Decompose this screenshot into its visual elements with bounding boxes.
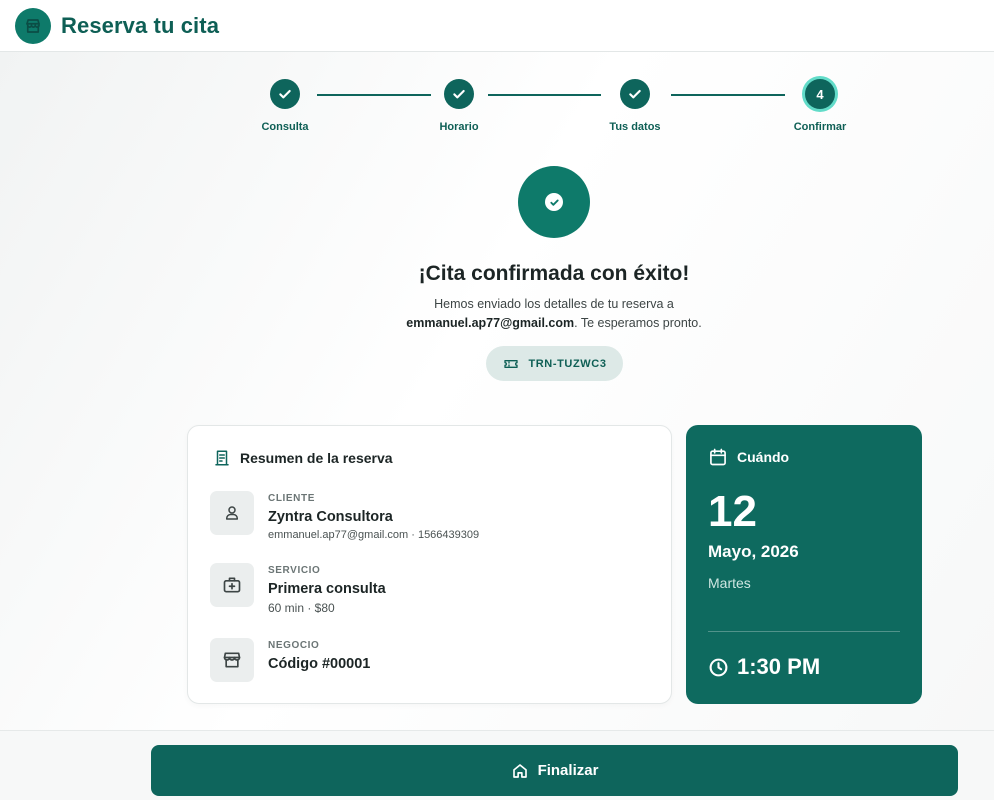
summary-row-client: CLIENTE Zyntra Consultora emmanuel.ap77@… bbox=[210, 491, 479, 541]
client-name: Zyntra Consultora bbox=[268, 509, 393, 525]
summary-row-business: NEGOCIO Código #00001 bbox=[210, 638, 370, 682]
step-label: Horario bbox=[439, 121, 479, 133]
appointment-time-row: 1:30 PM bbox=[708, 654, 820, 680]
row-caption: NEGOCIO bbox=[268, 640, 320, 651]
summary-card: Resumen de la reserva CLIENTE Zyntra Con… bbox=[187, 425, 672, 704]
step-number: 4 bbox=[805, 79, 835, 109]
step-consulta[interactable]: Consulta bbox=[240, 79, 330, 133]
message-text: . Te esperamos pronto. bbox=[574, 316, 702, 330]
step-label: Confirmar bbox=[793, 121, 847, 133]
step-connector bbox=[488, 94, 601, 96]
check-icon bbox=[629, 89, 641, 99]
service-name: Primera consulta bbox=[268, 581, 386, 597]
success-title: ¡Cita confirmada con éxito! bbox=[418, 262, 690, 285]
finish-button-label: Finalizar bbox=[537, 762, 599, 779]
step-complete-check bbox=[620, 79, 650, 109]
clock-icon bbox=[709, 658, 728, 676]
step-connector bbox=[671, 94, 785, 96]
reference-badge: TRN-TUZWC3 bbox=[486, 346, 623, 381]
step-complete-check bbox=[270, 79, 300, 109]
reference-code: TRN-TUZWC3 bbox=[528, 357, 607, 370]
appointment-day: 12 bbox=[708, 487, 757, 536]
icon-box bbox=[210, 638, 254, 682]
finish-button[interactable]: Finalizar bbox=[151, 745, 958, 796]
business-code: Código #00001 bbox=[268, 656, 371, 672]
receipt-icon bbox=[215, 450, 229, 466]
when-title: Cuándo bbox=[737, 449, 790, 465]
when-header: Cuándo bbox=[708, 447, 789, 467]
user-icon bbox=[226, 506, 238, 520]
icon-box bbox=[210, 563, 254, 607]
medical-kit-icon bbox=[223, 577, 241, 593]
step-confirmar[interactable]: 4 Confirmar bbox=[775, 79, 865, 133]
confirmation-email: emmanuel.ap77@gmail.com bbox=[406, 316, 575, 330]
check-circle-icon bbox=[545, 193, 563, 211]
footer: Finalizar bbox=[0, 730, 994, 800]
app-header: Reserva tu cita bbox=[0, 0, 994, 52]
step-horario[interactable]: Horario bbox=[414, 79, 504, 133]
storefront-icon bbox=[26, 18, 40, 33]
service-detail: 60 min · $80 bbox=[268, 601, 335, 615]
when-card: Cuándo 12 Mayo, 2026 Martes 1:30 PM bbox=[686, 425, 922, 704]
ticket-icon bbox=[504, 359, 519, 368]
store-icon bbox=[223, 652, 241, 668]
success-message: Hemos enviado los detalles de tu reserva… bbox=[0, 295, 994, 333]
icon-box bbox=[210, 491, 254, 535]
check-icon bbox=[279, 89, 291, 99]
calendar-icon bbox=[710, 448, 726, 466]
appointment-time: 1:30 PM bbox=[737, 654, 821, 679]
app-title: Reserva tu cita bbox=[61, 12, 220, 38]
summary-header: Resumen de la reserva bbox=[213, 449, 393, 467]
row-caption: SERVICIO bbox=[268, 565, 321, 576]
step-tus-datos[interactable]: Tus datos bbox=[590, 79, 680, 133]
row-caption: CLIENTE bbox=[268, 493, 315, 504]
summary-title: Resumen de la reserva bbox=[240, 450, 393, 466]
appointment-month-year: Mayo, 2026 bbox=[708, 542, 799, 561]
client-contact: emmanuel.ap77@gmail.com · 1566439309 bbox=[268, 529, 480, 541]
message-text: Hemos enviado los detalles de tu reserva… bbox=[434, 297, 674, 311]
divider bbox=[708, 631, 900, 632]
success-badge bbox=[518, 166, 590, 238]
step-complete-check bbox=[444, 79, 474, 109]
home-icon bbox=[512, 763, 527, 778]
step-label: Consulta bbox=[261, 121, 309, 133]
logo bbox=[15, 7, 51, 44]
step-label: Tus datos bbox=[609, 121, 661, 133]
appointment-weekday: Martes bbox=[708, 575, 751, 591]
summary-row-service: SERVICIO Primera consulta 60 min · $80 bbox=[210, 563, 386, 615]
check-icon bbox=[453, 89, 465, 99]
